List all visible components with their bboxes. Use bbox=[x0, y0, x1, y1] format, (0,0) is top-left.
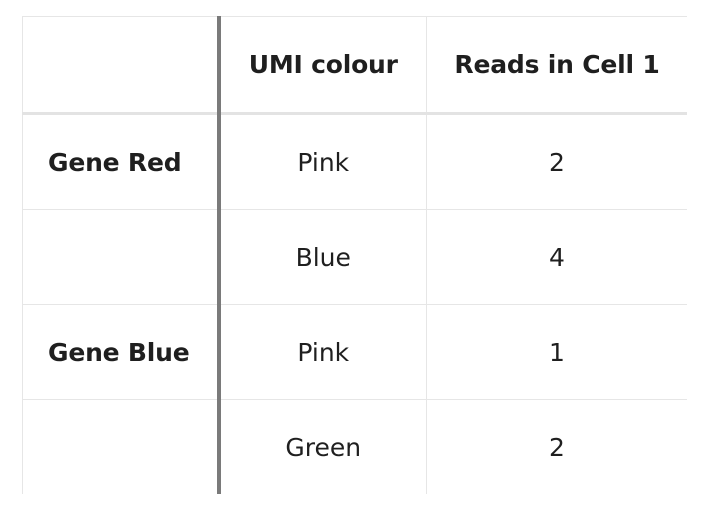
header-cell-umi-colour: UMI colour bbox=[218, 16, 427, 115]
table-row: Gene Red Pink 2 bbox=[22, 113, 687, 210]
table-row: Gene Blue Pink 1 bbox=[22, 304, 687, 400]
table-row: Blue 4 bbox=[22, 209, 687, 305]
gene-cell bbox=[22, 209, 221, 305]
reads-cell: 2 bbox=[426, 113, 687, 210]
gene-cell: Gene Red bbox=[22, 113, 221, 210]
gene-cell bbox=[22, 399, 221, 494]
reads-cell: 4 bbox=[426, 209, 687, 305]
gene-cell: Gene Blue bbox=[22, 304, 221, 400]
umi-colour-cell: Pink bbox=[218, 113, 427, 210]
umi-colour-cell: Blue bbox=[218, 209, 427, 305]
table-row: Green 2 bbox=[22, 399, 687, 494]
reads-table-container: UMI colour Reads in Cell 1 Gene Red Pink… bbox=[22, 16, 687, 494]
header-row: UMI colour Reads in Cell 1 bbox=[22, 16, 687, 115]
umi-colour-cell: Green bbox=[218, 399, 427, 494]
reads-cell: 2 bbox=[426, 399, 687, 494]
reads-cell: 1 bbox=[426, 304, 687, 400]
header-cell-reads: Reads in Cell 1 bbox=[426, 16, 687, 115]
umi-colour-cell: Pink bbox=[218, 304, 427, 400]
reads-table: UMI colour Reads in Cell 1 Gene Red Pink… bbox=[22, 16, 687, 494]
header-cell-gene bbox=[22, 16, 221, 115]
